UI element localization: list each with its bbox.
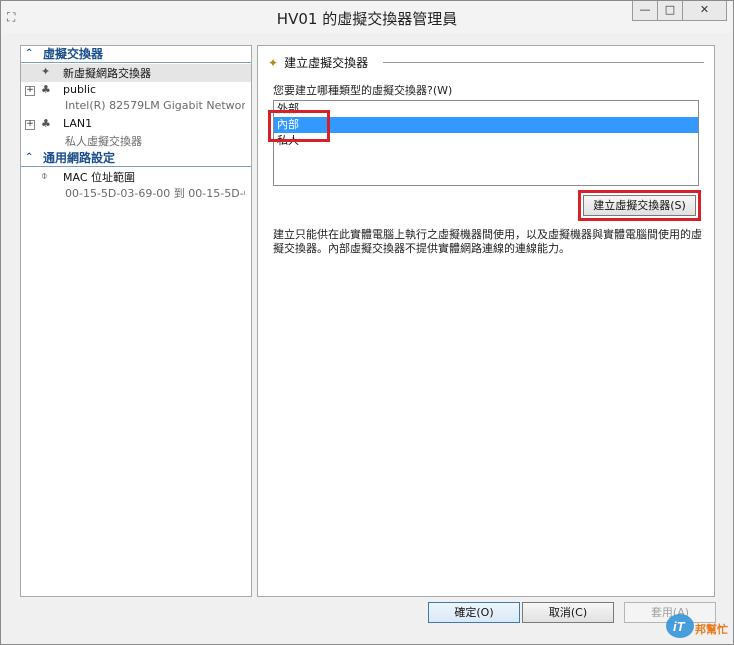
network-switch-icon: ♣ xyxy=(41,117,51,130)
new-switch-icon: ✦ xyxy=(268,56,279,70)
expand-icon[interactable]: + xyxy=(25,86,35,96)
option-external[interactable]: 外部 xyxy=(274,101,698,117)
watermark-text: 邦幫忙 xyxy=(695,622,728,636)
new-switch-icon: ✦ xyxy=(41,65,51,78)
tree-item-new-switch[interactable]: ✦ 新虛擬網路交換器 xyxy=(21,64,251,82)
switch-type-listbox[interactable]: 外部 內部 私人 xyxy=(273,100,699,186)
tree-item-label: public xyxy=(63,83,97,96)
expand-icon[interactable]: + xyxy=(25,120,35,130)
title-bar: ⛶ HV01 的虛擬交換器管理員 — □ ✕ xyxy=(1,1,733,33)
switch-type-description: 建立只能供在此實體電腦上執行之虛擬機器間使用，以及虛擬機器與實體電腦間使用的虛擬… xyxy=(273,228,702,255)
window-title: HV01 的虛擬交換器管理員 xyxy=(276,10,458,28)
collapse-chevron-icon[interactable]: ⌃ xyxy=(25,46,33,62)
tree-item-sublabel: Intel(R) 82579LM Gigabit Network ... xyxy=(65,99,245,112)
panel-header: ✦ 建立虛擬交換器 xyxy=(268,54,368,71)
maximize-button[interactable]: □ xyxy=(657,1,683,21)
content-pane: ✦ 建立虛擬交換器 您要建立哪種類型的虛擬交換器?(W) 外部 內部 私人 建立虛… xyxy=(257,45,715,597)
tree-item-mac-range[interactable]: ⌽ MAC 位址範圍 00-15-5D-03-69-00 到 00-15-5D-… xyxy=(21,168,251,202)
cancel-button[interactable]: 取消(C) xyxy=(522,602,614,623)
ok-button[interactable]: 確定(O) xyxy=(428,602,520,623)
tree-item-sublabel: 00-15-5D-03-69-00 到 00-15-5D-0... xyxy=(65,187,245,200)
navigation-pane: ⌃ 虛擬交換器 ✦ 新虛擬網路交換器 + ♣ public Intel(R) 8… xyxy=(20,45,252,597)
network-adapter-icon: ⌽ xyxy=(41,169,48,182)
network-switch-icon: ♣ xyxy=(41,83,51,96)
ithome-watermark-logo: iT 邦幫忙 xyxy=(664,607,730,641)
option-private[interactable]: 私人 xyxy=(274,133,698,149)
caption-buttons: — □ ✕ xyxy=(632,1,727,21)
option-internal[interactable]: 內部 xyxy=(274,117,698,133)
section-label: 虛擬交換器 xyxy=(43,47,104,61)
collapse-chevron-icon[interactable]: ⌃ xyxy=(25,150,33,166)
highlight-box-create xyxy=(578,190,701,221)
section-global-network-settings[interactable]: ⌃ 通用網路設定 xyxy=(21,150,251,167)
panel-title: 建立虛擬交換器 xyxy=(284,56,369,70)
tree-item-public[interactable]: + ♣ public Intel(R) 82579LM Gigabit Netw… xyxy=(21,82,251,116)
tree-item-lan1[interactable]: + ♣ LAN1 私人虛擬交換器 xyxy=(21,116,251,150)
virtual-switch-manager-window: ⛶ HV01 的虛擬交換器管理員 — □ ✕ ⌃ 虛擬交換器 ✦ 新虛擬網路交換… xyxy=(0,0,734,645)
tree-item-label: LAN1 xyxy=(63,117,93,130)
highlight-box-internal xyxy=(268,110,330,142)
close-button[interactable]: ✕ xyxy=(682,1,727,21)
minimize-button[interactable]: — xyxy=(632,1,658,21)
watermark-brand: iT xyxy=(673,619,686,634)
section-label: 通用網路設定 xyxy=(43,151,116,165)
header-divider xyxy=(383,62,704,63)
switch-type-prompt: 您要建立哪種類型的虛擬交換器?(W) xyxy=(273,84,453,97)
section-virtual-switches[interactable]: ⌃ 虛擬交換器 xyxy=(21,46,251,63)
tree-item-sublabel: 私人虛擬交換器 xyxy=(65,135,142,148)
tree-item-label: MAC 位址範圍 xyxy=(63,171,135,184)
tree-item-label: 新虛擬網路交換器 xyxy=(63,67,151,80)
